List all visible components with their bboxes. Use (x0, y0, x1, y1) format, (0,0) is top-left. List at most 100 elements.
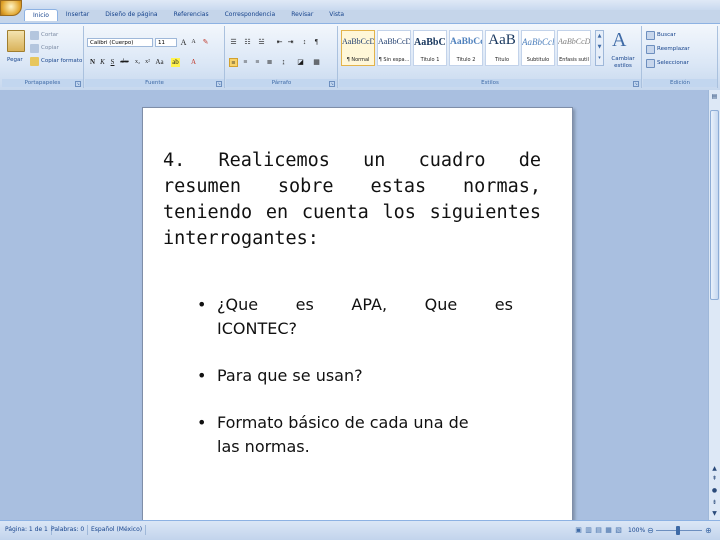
language-status[interactable]: Español (México) (88, 525, 147, 535)
tab-vista[interactable]: Vista (321, 9, 352, 21)
find-icon[interactable] (646, 31, 655, 40)
cut-button[interactable]: Cortar (41, 32, 58, 38)
italic-icon[interactable]: K (98, 58, 107, 67)
scroll-down-icon[interactable]: ▼ (596, 42, 603, 53)
select-button[interactable]: Seleccionar (657, 60, 689, 66)
align-center-icon[interactable]: ≡ (241, 58, 250, 67)
sort-icon[interactable]: ↕ (300, 38, 309, 47)
styles-gallery-scroll[interactable]: ▲ ▼ ▾ (595, 30, 604, 66)
bullet-icon: • (197, 413, 207, 432)
replace-button[interactable]: Reemplazar (657, 46, 690, 52)
shading-icon[interactable]: ◪ (296, 58, 305, 67)
copy-icon[interactable] (30, 44, 39, 53)
superscript-icon[interactable]: x² (143, 58, 152, 67)
tab-diseno-pagina[interactable]: Diseño de página (97, 9, 165, 21)
vertical-scrollbar[interactable]: ▤ ▲ ⇞ ● ⇟ ▼ (708, 90, 720, 520)
change-styles-icon[interactable]: A (612, 29, 626, 52)
editing-group: Buscar Reemplazar Seleccionar Edición (643, 26, 718, 88)
page-count[interactable]: Página: 1 de 1 (2, 525, 52, 535)
list-item-line: Formato básico de cada una de (217, 413, 469, 432)
style-normal[interactable]: AaBbCcDc ¶ Normal (341, 30, 375, 66)
document-paragraph: 4. Realicemos un cuadro de resumen sobre… (163, 150, 541, 249)
underline-icon[interactable]: S (108, 58, 117, 67)
align-right-icon[interactable]: ≡ (253, 58, 262, 67)
grow-font-icon[interactable]: A (179, 38, 188, 47)
font-color-icon[interactable]: A (189, 58, 198, 67)
cut-icon[interactable] (30, 31, 39, 40)
style-title[interactable]: AaB Título (485, 30, 519, 66)
word-count[interactable]: Palabras: 0 (48, 525, 89, 535)
next-page-icon[interactable]: ⇟ (710, 498, 719, 507)
web-layout-icon[interactable]: ▤ (594, 526, 603, 535)
zoom-in-icon[interactable]: ⊕ (704, 526, 713, 535)
full-screen-reading-icon[interactable]: ▥ (584, 526, 593, 535)
style-subtle-emphasis[interactable]: AaBbCcDc Énfasis sutil (557, 30, 591, 66)
style-no-spacing[interactable]: AaBbCcDc ¶ Sin espa... (377, 30, 411, 66)
paste-icon[interactable] (7, 30, 25, 52)
outline-icon[interactable]: ▦ (604, 526, 613, 535)
select-icon[interactable] (646, 59, 655, 68)
show-marks-icon[interactable]: ¶ (312, 38, 321, 47)
format-painter-icon[interactable] (30, 57, 39, 66)
copy-button[interactable]: Copiar (41, 45, 59, 51)
browse-object-icon[interactable]: ● (710, 486, 719, 495)
font-launcher-icon[interactable]: ↘ (216, 81, 222, 87)
bullets-icon[interactable]: ☰ (229, 38, 238, 47)
clipboard-launcher-icon[interactable]: ↘ (75, 81, 81, 87)
style-sample: AaBbCc (450, 37, 482, 47)
font-group: Calibri (Cuerpo) 11 A A ✎ N K S abe x₂ x… (85, 26, 225, 88)
clear-format-icon[interactable]: ✎ (201, 38, 210, 47)
tab-referencias[interactable]: Referencias (166, 9, 217, 21)
paste-button[interactable]: Pegar (7, 57, 23, 63)
multilevel-list-icon[interactable]: ☱ (257, 38, 266, 47)
change-case-icon[interactable]: Aa (155, 58, 164, 67)
office-button[interactable] (0, 0, 22, 16)
more-styles-icon[interactable]: ▾ (596, 53, 603, 64)
change-styles-button[interactable]: Cambiar estilos (608, 56, 638, 70)
zoom-slider-thumb[interactable] (676, 526, 680, 535)
style-name: ¶ Sin espa... (378, 57, 410, 63)
scroll-up-icon[interactable]: ▲ (596, 31, 603, 42)
subscript-icon[interactable]: x₂ (133, 58, 142, 67)
style-heading-1[interactable]: AaBbCc Título 1 (413, 30, 447, 66)
increase-indent-icon[interactable]: ⇥ (286, 38, 295, 47)
strikethrough-icon[interactable]: abe (120, 58, 129, 67)
list-item-line: ¿Que es APA, Que es (217, 293, 513, 317)
shrink-font-icon[interactable]: A (189, 38, 198, 47)
print-layout-icon[interactable]: ▣ (574, 526, 583, 535)
ruler-toggle-icon[interactable]: ▤ (710, 92, 719, 101)
style-name: Énfasis sutil (559, 57, 589, 63)
document-page[interactable]: 4. Realicemos un cuadro de resumen sobre… (142, 107, 573, 529)
font-group-label: Fuente (85, 79, 224, 87)
previous-page-icon[interactable]: ⇞ (710, 474, 719, 483)
styles-launcher-icon[interactable]: ↘ (633, 81, 639, 87)
style-subtitle[interactable]: AaBbCcl Subtítulo (521, 30, 555, 66)
font-size-select[interactable]: 11 (155, 38, 177, 47)
decrease-indent-icon[interactable]: ⇤ (275, 38, 284, 47)
zoom-out-icon[interactable]: ⊖ (646, 526, 655, 535)
replace-icon[interactable] (646, 45, 655, 54)
bold-icon[interactable]: N (88, 58, 97, 67)
tab-revisar[interactable]: Revisar (283, 9, 321, 21)
style-name: Título (494, 57, 510, 63)
draft-icon[interactable]: ▧ (614, 526, 623, 535)
line-spacing-icon[interactable]: ↨ (279, 58, 288, 67)
tab-insertar[interactable]: Insertar (58, 9, 97, 21)
zoom-level[interactable]: 100% (628, 527, 645, 534)
align-left-icon[interactable]: ≡ (229, 58, 238, 67)
scrollbar-thumb[interactable] (710, 110, 719, 300)
numbering-icon[interactable]: ☷ (243, 38, 252, 47)
font-name-select[interactable]: Calibri (Cuerpo) (87, 38, 153, 47)
justify-icon[interactable]: ≣ (265, 58, 274, 67)
scroll-down-icon[interactable]: ▼ (710, 509, 719, 518)
style-heading-2[interactable]: AaBbCc Título 2 (449, 30, 483, 66)
scroll-up-icon[interactable]: ▲ (710, 464, 719, 473)
borders-icon[interactable]: ▦ (312, 58, 321, 67)
paragraph-launcher-icon[interactable]: ↘ (329, 81, 335, 87)
tab-correspondencia[interactable]: Correspondencia (217, 9, 284, 21)
highlight-icon[interactable]: ab (171, 58, 180, 67)
find-button[interactable]: Buscar (657, 32, 676, 38)
tab-inicio[interactable]: Inicio (24, 9, 58, 21)
list-item-word: es (494, 295, 513, 314)
format-painter-button[interactable]: Copiar formato (41, 58, 82, 64)
